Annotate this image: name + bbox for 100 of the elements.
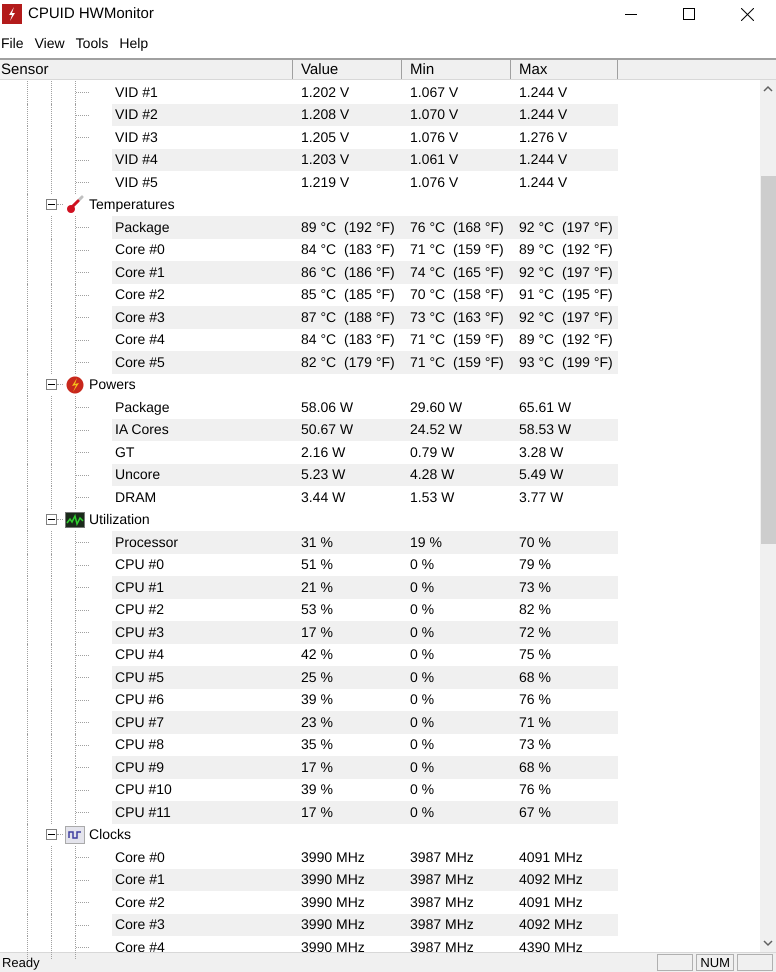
sensor-name: Core #1 — [114, 262, 166, 282]
table-cell-text: 3987 MHz — [409, 938, 475, 957]
table-cell-text: 3.28 W — [518, 442, 564, 462]
table-cell-text: 76 °C (168 °F) — [409, 218, 505, 237]
status-pane: NUM — [696, 954, 734, 971]
sensor-name: Core #0 — [114, 848, 166, 867]
collapse-toggle[interactable] — [46, 829, 57, 840]
group-label[interactable]: Temperatures — [89, 194, 175, 216]
table-cell-text: 71 °C (159 °F) — [409, 330, 505, 350]
window-title: CPUID HWMonitor — [28, 4, 154, 24]
table-cell-text: 1.070 V — [409, 105, 460, 124]
table-cell-text: 58.53 W — [518, 420, 572, 440]
table-cell-text: 1.061 V — [409, 150, 460, 170]
scrollbar[interactable] — [760, 80, 776, 952]
collapse-toggle[interactable] — [46, 379, 57, 390]
table-cell-text: 5.49 W — [518, 465, 564, 484]
table-cell-text: 84 °C (183 °F) — [300, 240, 396, 260]
table-cell-text: 92 °C (197 °F) — [518, 308, 614, 327]
table-cell-text: 1.276 V — [518, 128, 568, 147]
sensor-name: VID #2 — [114, 105, 159, 124]
group-label[interactable]: Powers — [89, 374, 136, 396]
table-cell-text: 3987 MHz — [409, 915, 475, 934]
sensor-name: CPU #8 — [114, 735, 166, 754]
table-cell-text: 79 % — [518, 555, 552, 574]
table-cell-text: 85 °C (185 °F) — [300, 285, 396, 304]
table-cell-text: 1.076 V — [409, 172, 460, 192]
table-cell-text: 1.208 V — [300, 105, 350, 124]
table-cell-text: 3.44 W — [300, 488, 346, 507]
table-cell-text: 1.203 V — [300, 150, 350, 170]
table-cell-text: 42 % — [300, 645, 334, 664]
table-cell-text: 24.52 W — [409, 420, 464, 440]
table-cell-text: 0 % — [409, 645, 436, 664]
table-cell-text: 3987 MHz — [409, 870, 475, 890]
table-cell-text: 0 % — [409, 600, 436, 620]
table-cell-text: 35 % — [300, 735, 334, 754]
table-cell-text: 1.244 V — [518, 172, 568, 192]
column-header[interactable]: Max — [511, 60, 618, 79]
scroll-up-icon[interactable] — [763, 85, 773, 92]
table-cell-text: 53 % — [300, 600, 334, 620]
table-cell-text: 76 % — [518, 780, 552, 800]
table-cell-text: 93 °C (199 °F) — [518, 352, 614, 372]
table-cell-text: 89 °C (192 °F) — [300, 218, 396, 237]
close-icon — [740, 8, 754, 20]
sensor-name: CPU #10 — [114, 780, 173, 800]
table-cell-text: 73 °C (163 °F) — [409, 308, 505, 327]
menu-item[interactable]: File — [0, 32, 34, 54]
table-cell-text: 23 % — [300, 712, 334, 732]
group-label[interactable]: Utilization — [89, 509, 150, 530]
collapse-toggle[interactable] — [46, 514, 57, 526]
table-cell-text: 73 % — [518, 578, 552, 597]
column-header[interactable]: Value — [293, 60, 402, 79]
menu-item[interactable]: View — [34, 32, 75, 54]
table-cell-text: 65.61 W — [518, 398, 572, 417]
table-cell-text: 74 °C (165 °F) — [409, 262, 505, 282]
table-cell-text: 71 °C (159 °F) — [409, 352, 505, 372]
table-cell-text: 75 % — [518, 645, 552, 664]
table-cell-text: 70 % — [518, 532, 552, 552]
table-cell-text: 4091 MHz — [518, 892, 584, 912]
table-cell-text: 3.77 W — [518, 488, 564, 507]
sensor-name: Processor — [114, 532, 180, 552]
table-cell-text: 0 % — [409, 780, 436, 800]
table-cell-text: 87 °C (188 °F) — [300, 308, 396, 327]
table-cell-text: 17 % — [300, 802, 334, 822]
sensor-name: CPU #4 — [114, 645, 166, 664]
table-cell-text: 68 % — [518, 758, 552, 777]
column-header[interactable]: Sensor — [0, 60, 293, 79]
table-cell-text: 0.79 W — [409, 442, 456, 462]
table-cell-text: 39 % — [300, 780, 334, 800]
sensor-name: Core #3 — [114, 915, 166, 934]
table-cell-text: 25 % — [300, 668, 334, 687]
table-cell-text: 3990 MHz — [300, 938, 366, 957]
table-cell-text: 89 °C (192 °F) — [518, 240, 614, 260]
table-cell-text: 68 % — [518, 668, 552, 687]
table-cell-text: 3990 MHz — [300, 892, 366, 912]
scroll-down-icon[interactable] — [763, 940, 773, 947]
table-cell-text: 3990 MHz — [300, 915, 366, 934]
table-cell-text: 0 % — [409, 735, 436, 754]
table-cell-text: 1.205 V — [300, 128, 350, 147]
table-cell-text: 91 °C (195 °F) — [518, 285, 614, 304]
table-cell-text: 1.076 V — [409, 128, 460, 147]
sensor-name: CPU #3 — [114, 622, 166, 642]
table-cell-text: 50.67 W — [300, 420, 354, 440]
square-wave-icon — [65, 826, 85, 844]
table-cell-text: 39 % — [300, 690, 334, 710]
sensor-name: DRAM — [114, 488, 158, 507]
sensor-name: Core #4 — [114, 330, 166, 350]
thermometer-icon — [65, 194, 85, 215]
sensor-name: Core #0 — [114, 240, 166, 260]
group-label[interactable]: Clocks — [89, 824, 132, 846]
table-cell-text: 92 °C (197 °F) — [518, 262, 614, 282]
column-header[interactable]: Min — [402, 60, 511, 79]
table-cell-text: 4092 MHz — [518, 870, 584, 890]
table-cell-text: 4091 MHz — [518, 848, 584, 867]
sensor-name: Core #3 — [114, 308, 166, 327]
status-text: Ready — [1, 954, 40, 972]
table-cell-text: 58.06 W — [300, 398, 354, 417]
menu-item[interactable]: Help — [118, 32, 158, 54]
collapse-toggle[interactable] — [46, 199, 57, 210]
menu-item[interactable]: Tools — [74, 32, 118, 54]
table-cell-text: 1.244 V — [518, 105, 568, 124]
